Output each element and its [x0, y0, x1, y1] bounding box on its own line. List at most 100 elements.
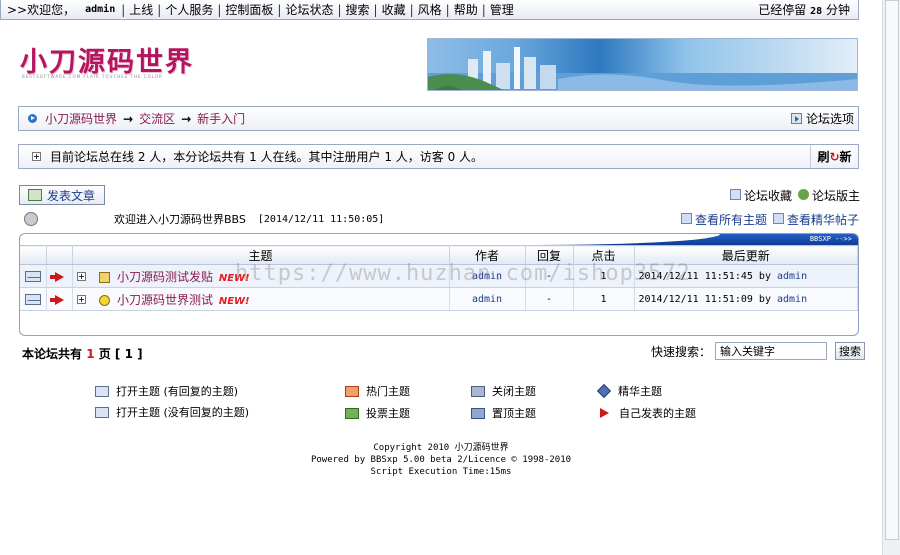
expand-online-icon[interactable] [32, 152, 41, 161]
lock-icon [471, 385, 485, 397]
welcome-time: [2014/12/11 11:50:05] [257, 213, 385, 225]
view-best-posts-link[interactable]: 查看精华帖子 [772, 211, 859, 228]
last-update-user[interactable]: admin [777, 294, 807, 305]
last-update-time: 2014/12/11 11:51:45 [638, 270, 753, 282]
legend-vote-label: 投票主题 [366, 407, 410, 420]
pin-icon [471, 407, 485, 419]
envelope-icon [24, 271, 41, 282]
nav-search[interactable]: 搜索 [342, 1, 374, 18]
row-status-cell [20, 287, 47, 311]
table-row[interactable]: 小刀源码测试发贴 NEW! admin - 1 2014/12/11 11:51… [20, 264, 858, 288]
row-author[interactable]: admin [449, 264, 526, 288]
legend-open-replied-label: 打开主题 (有回复的主题) [116, 385, 239, 398]
smiley-icon [99, 294, 111, 306]
refresh-label-b: 新 [839, 150, 852, 164]
row-clicks: 1 [573, 287, 635, 311]
col-status [20, 245, 47, 265]
view-best-posts-label: 查看精华帖子 [786, 212, 859, 227]
col-replies: 回复 [525, 245, 574, 265]
table-header-band: BBSXP -->> [20, 234, 858, 245]
quick-search: 快速搜索： 搜索 [651, 342, 866, 360]
footer-powered-by[interactable]: Powered by BBSxp 5.00 beta 2/Licence © 1… [0, 454, 882, 466]
expand-topic-icon[interactable] [76, 294, 86, 304]
scrollbar-thumb[interactable] [885, 0, 899, 540]
legend-open-unreplied: 打开主题 (没有回复的主题) [95, 404, 249, 420]
legend-pinned-label: 置顶主题 [492, 407, 536, 420]
new-badge: NEW! [218, 295, 250, 307]
breadcrumb: 小刀源码世界 → 交流区 → 新手入门 论坛选项 [18, 106, 859, 131]
site-logo[interactable]: 小刀源码世界 BESTSOFTWARE.COM FLAIR TOUCHES TH… [20, 40, 210, 90]
gem-icon [596, 383, 612, 399]
footer-execution-time: Script Execution Time:15ms [370, 467, 512, 477]
topic-link[interactable]: 小刀源码测试发贴 [117, 270, 213, 284]
forum-moderator-link[interactable]: 论坛版主 [797, 187, 860, 204]
col-author: 作者 [449, 245, 526, 265]
own-post-arrow-icon [49, 294, 64, 305]
view-all-topics-link[interactable]: 查看所有主题 [680, 211, 767, 228]
last-update-user[interactable]: admin [777, 271, 807, 282]
envelope-icon [24, 294, 41, 305]
breadcrumb-separator: → [123, 111, 134, 126]
bbsxp-brand: BBSXP -->> [809, 235, 852, 243]
nav-personal-service[interactable]: 个人服务 [161, 1, 217, 18]
quick-search-label: 快速搜索： [651, 344, 712, 359]
breadcrumb-newbie[interactable]: 新手入门 [197, 110, 245, 127]
legend-hot: 热门主题 [345, 383, 410, 399]
search-input[interactable] [715, 342, 828, 360]
pager-suffix: ] [137, 347, 143, 361]
legend-own: 自己发表的主题 [600, 405, 696, 421]
welcome-row: 欢迎进入小刀源码世界BBS [2014/12/11 11:50:05] 查看所有… [24, 210, 859, 228]
row-replies: - [525, 264, 574, 288]
welcome-message: 欢迎进入小刀源码世界BBS [114, 213, 246, 226]
new-post-button[interactable]: 发表文章 [19, 185, 105, 205]
search-button[interactable]: 搜索 [835, 342, 866, 360]
username-link[interactable]: admin [79, 4, 121, 15]
forum-favorites-link[interactable]: 论坛收藏 [729, 187, 792, 204]
moderator-icon [797, 189, 809, 200]
row-author[interactable]: admin [449, 287, 526, 311]
refresh-button[interactable]: 刷 ↻ 新 [810, 145, 858, 168]
nav-admin[interactable]: 管理 [486, 1, 518, 18]
nav-help[interactable]: 帮助 [450, 1, 482, 18]
row-clicks: 1 [573, 264, 635, 288]
new-post-icon [28, 189, 42, 201]
hot-topic-icon [345, 385, 359, 397]
new-post-label: 发表文章 [47, 188, 96, 203]
nav-forum-status[interactable]: 论坛状态 [281, 1, 337, 18]
breadcrumb-home[interactable]: 小刀源码世界 [45, 110, 117, 127]
nav-favorites[interactable]: 收藏 [378, 1, 410, 18]
legend-closed-label: 关闭主题 [492, 385, 536, 398]
row-status-cell [20, 264, 47, 288]
online-status-text: 目前论坛总在线 2 人，本分论坛共有 1 人在线。其中注册用户 1 人，访客 0… [50, 150, 484, 164]
legend-open-replied: 打开主题 (有回复的主题) [95, 383, 238, 399]
vertical-scrollbar[interactable] [882, 0, 900, 555]
nav-style[interactable]: 风格 [414, 1, 446, 18]
forum-options-link[interactable]: 论坛选项 [790, 110, 858, 127]
row-last-update: 2014/12/11 11:51:45 by admin [634, 264, 858, 288]
nav-control-panel[interactable]: 控制面板 [221, 1, 277, 18]
vote-icon [345, 407, 359, 419]
table-row[interactable]: 小刀源码世界测试 NEW! admin - 1 2014/12/11 11:51… [20, 287, 858, 311]
topic-link[interactable]: 小刀源码世界测试 [117, 293, 213, 307]
envelope-icon [95, 406, 109, 418]
envelope-icon [95, 385, 109, 397]
legend-closed: 关闭主题 [471, 383, 536, 399]
last-update-time: 2014/12/11 11:51:09 [638, 293, 753, 305]
stay-value: 28 [810, 6, 823, 17]
col-topic: 主题 [72, 245, 450, 265]
legend-vote: 投票主题 [345, 405, 410, 421]
view-links: 查看所有主题 查看精华帖子 [680, 211, 859, 228]
breadcrumb-exchange[interactable]: 交流区 [139, 110, 175, 127]
topic-list: 主题 作者 回复 点击 最后更新 小刀源码测试发贴 NEW! admin - 1… [20, 245, 858, 311]
site-logo-subtitle: BESTSOFTWARE.COM FLAIR TOUCHES THE COLOR [22, 74, 163, 79]
breadcrumb-arrow-icon [28, 114, 37, 123]
pager-current-page[interactable]: 1 [125, 347, 133, 361]
note-icon [99, 271, 111, 283]
online-status-bar: 目前论坛总在线 2 人，本分论坛共有 1 人在线。其中注册用户 1 人，访客 0… [18, 144, 859, 169]
pager-prefix: 本论坛共有 [22, 347, 83, 361]
forum-moderator-label: 论坛版主 [811, 189, 860, 203]
nav-online[interactable]: 上线 [125, 1, 157, 18]
stay-prefix: 已经停留 [758, 3, 807, 17]
bookmark-icon [729, 189, 741, 200]
expand-topic-icon[interactable] [76, 271, 86, 281]
